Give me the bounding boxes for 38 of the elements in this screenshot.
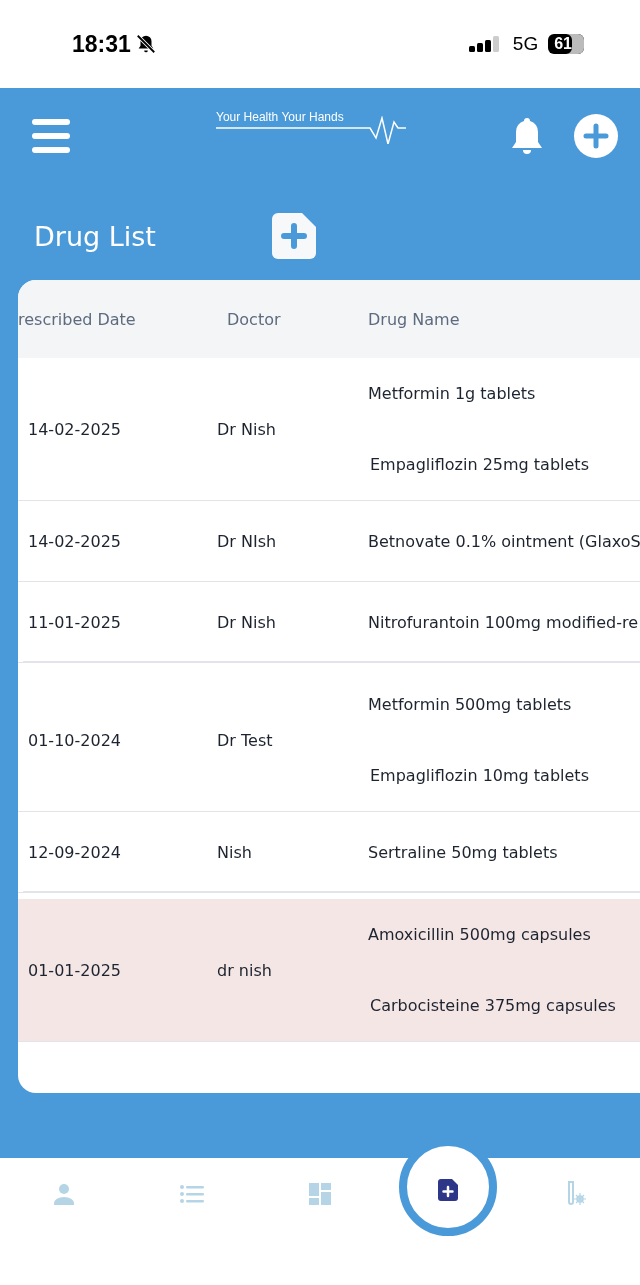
add-circle-icon[interactable] <box>574 114 618 158</box>
drug-name-cell-text: Metformin 1g tablets <box>367 384 537 403</box>
date-cell-text: 01-01-2025 <box>27 960 122 980</box>
column-header: rescribed Date <box>18 309 137 329</box>
menu-icon[interactable] <box>32 119 72 153</box>
test-tube-icon[interactable] <box>566 1181 586 1207</box>
date-cell-text: 14-02-2025 <box>27 419 122 439</box>
status-time: 18:31 <box>72 30 131 58</box>
drug-name-cell-text: Empagliflozin 10mg tablets <box>369 766 590 785</box>
page-title: Drug List <box>34 220 156 252</box>
date-cell-text: 14-02-2025 <box>27 531 122 551</box>
notification-bell-icon[interactable] <box>510 116 544 156</box>
app-logo-text: Your Health Your Hands <box>216 110 344 124</box>
drug-name-cell-text: Empagliflozin 25mg tablets <box>369 455 590 474</box>
add-document-icon[interactable] <box>438 1179 458 1201</box>
bell-muted-icon <box>134 33 157 55</box>
doctor-cell-text: Dr Nish <box>217 612 277 632</box>
person-icon[interactable] <box>53 1183 75 1205</box>
drug-name-cell-text: Amoxicillin 500mg capsules <box>367 925 592 944</box>
doctor-cell-text: dr nish <box>217 960 273 980</box>
battery-indicator: 61 <box>548 34 584 54</box>
network-label: 5G <box>512 33 539 55</box>
drug-name-cell-text: Carbocisteine 375mg capsules <box>369 996 617 1015</box>
column-header: Doctor <box>226 309 282 329</box>
date-cell-text: 01-10-2024 <box>27 730 122 750</box>
date-cell-text: 11-01-2025 <box>27 612 122 632</box>
drug-name-cell-text: Sertraline 50mg tablets <box>367 842 559 862</box>
drug-name-cell-text: Betnovate 0.1% ointment (GlaxoS <box>367 531 640 551</box>
doctor-cell-text: Nish <box>217 842 253 862</box>
list-icon[interactable] <box>180 1184 204 1204</box>
drug-name-cell-text: Nitrofurantoin 100mg modified-re <box>367 612 639 632</box>
date-cell-text: 12-09-2024 <box>27 842 122 862</box>
column-header: Drug Name <box>367 309 461 329</box>
doctor-cell-text: Dr NIsh <box>217 531 278 551</box>
doctor-cell-text: Dr Test <box>217 730 274 750</box>
drug-name-cell-text: Metformin 500mg tablets <box>367 695 573 714</box>
doctor-cell-text: Dr Nish <box>217 419 277 439</box>
dashboard-icon[interactable] <box>309 1183 331 1205</box>
